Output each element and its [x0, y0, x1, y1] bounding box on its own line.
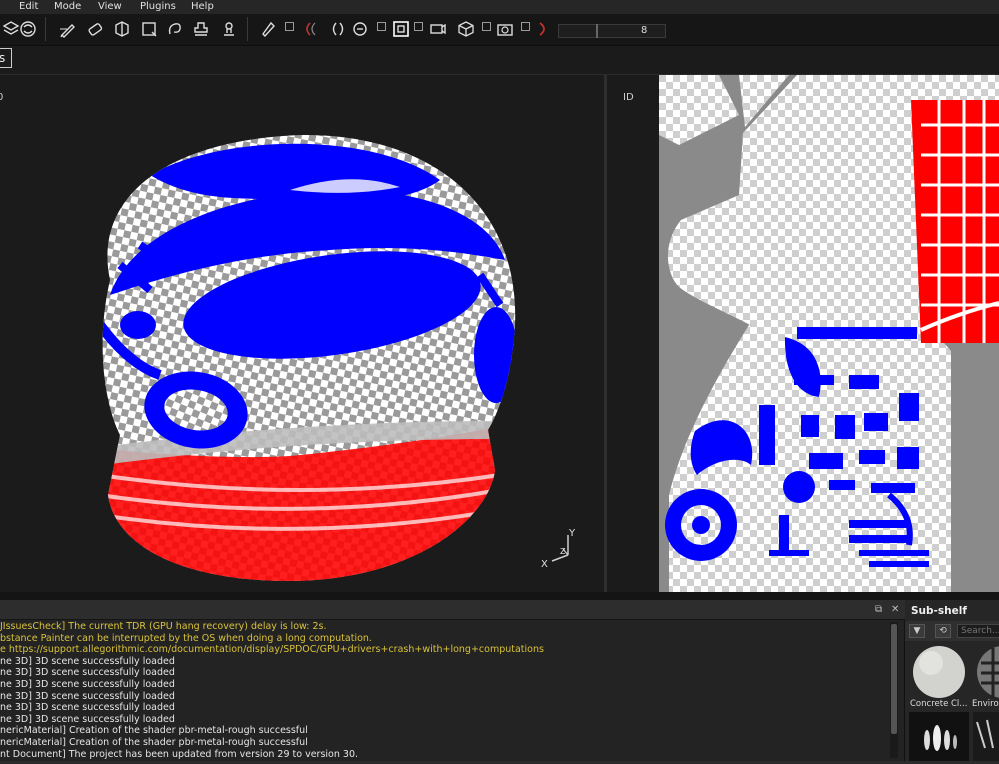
log-line: ne 3D] 3D scene successfully loaded [0, 702, 175, 714]
camera-icon[interactable] [427, 18, 449, 40]
log-line: ne 3D] 3D scene successfully loaded [0, 667, 175, 679]
brush-alpha-icon[interactable] [909, 712, 969, 761]
shelf-title: Sub-shelf [911, 605, 967, 617]
slider-knob[interactable] [596, 24, 598, 38]
close-icon[interactable]: ✕ [891, 604, 899, 615]
viewport-2d-label: ID [623, 92, 634, 103]
menu-mode[interactable]: Mode [54, 0, 81, 13]
log-line: ne 3D] 3D scene successfully loaded [0, 690, 175, 702]
shelf-item-label: Concrete Cl... [910, 699, 968, 709]
popout-icon[interactable] [521, 22, 530, 31]
menu-help[interactable]: Help [191, 0, 214, 13]
main-toolbar [0, 14, 999, 46]
viewport-3d[interactable]: 0 Y X Z [0, 75, 604, 592]
popout-icon[interactable] [285, 22, 294, 31]
gizmo-z-label: Z [560, 547, 566, 556]
menu-edit[interactable]: Edit [19, 0, 38, 13]
material-picker-icon[interactable] [218, 18, 240, 40]
clone-stamp-icon[interactable] [190, 18, 212, 40]
log-panel: ⧉ ✕ JIssuesCheck] The current TDR (GPU h… [0, 600, 905, 761]
uv-texture-area [659, 75, 999, 592]
shelf-toolbar: ▼ ⟲ [905, 621, 999, 641]
popout-icon[interactable]: ⧉ [875, 604, 882, 615]
log-line: bstance Painter can be interrupted by th… [0, 632, 372, 644]
concrete-material-icon[interactable] [909, 643, 969, 703]
log-line: ne 3D] 3D scene successfully loaded [0, 655, 175, 667]
log-scrollbar-thumb[interactable] [891, 624, 897, 734]
log-line: ne 3D] 3D scene successfully loaded [0, 678, 175, 690]
viewport-2d[interactable]: ID [607, 75, 999, 592]
log-line: e https://support.allegorithmic.com/docu… [0, 644, 544, 656]
log-line: nt Document] The project has been update… [0, 748, 359, 760]
log-panel-header: ⧉ ✕ [0, 600, 905, 620]
lasso-icon[interactable] [532, 18, 554, 40]
symmetry-icon[interactable] [17, 18, 39, 40]
smudge-icon[interactable] [164, 18, 186, 40]
log-line: ne 3D] 3D scene successfully loaded [0, 713, 175, 725]
log-line: nericMaterial] Creation of the shader pb… [0, 736, 308, 748]
popout-icon[interactable] [377, 22, 386, 31]
pen-icon[interactable] [257, 18, 279, 40]
projection-icon[interactable] [111, 18, 133, 40]
popout-icon[interactable] [482, 22, 491, 31]
uv-islands [659, 75, 999, 592]
sub-shelf-panel: Sub-shelf ▼ ⟲ Concrete Cl... Environ [905, 600, 999, 761]
screenshot-icon[interactable] [494, 18, 516, 40]
id-map-model: Y X Z [102, 134, 576, 581]
polygon-fill-icon[interactable] [138, 18, 160, 40]
gizmo-x-label: X [541, 559, 548, 570]
popout-icon[interactable] [414, 22, 423, 31]
cube-icon[interactable] [455, 18, 477, 40]
filter-icon[interactable]: ▼ [909, 624, 925, 638]
menu-view[interactable]: View [98, 0, 122, 13]
mode-badge[interactable]: s [0, 48, 12, 68]
menu-bar: Edit Mode View Plugins Help [0, 0, 999, 14]
shelf-item-label: Environ [972, 699, 999, 709]
viewport-icon[interactable] [390, 18, 412, 40]
shelf-search-input[interactable] [957, 624, 999, 638]
brush-hardness-icon[interactable] [327, 18, 349, 40]
paint-brush-icon[interactable] [57, 18, 79, 40]
log-list: JIssuesCheck] The current TDR (GPU hang … [0, 621, 888, 760]
menu-plugins[interactable]: Plugins [140, 0, 176, 13]
log-line: JIssuesCheck] The current TDR (GPU hang … [0, 621, 327, 632]
bake-icon[interactable] [349, 18, 371, 40]
eraser-icon[interactable] [84, 18, 106, 40]
brush-size-slider[interactable] [558, 24, 666, 38]
refresh-icon[interactable]: ⟲ [935, 624, 951, 638]
slider-value: 8 [641, 25, 648, 36]
secondary-toolbar [0, 46, 999, 74]
panel-separator [0, 592, 999, 600]
environment-map-icon[interactable] [973, 643, 999, 703]
gizmo-y-label: Y [568, 528, 576, 539]
brush-spacing-icon[interactable] [300, 18, 322, 40]
brush-tip-icon[interactable] [973, 712, 999, 761]
viewport-3d-label: 0 [0, 92, 4, 103]
log-line: nericMaterial] Creation of the shader pb… [0, 725, 308, 737]
